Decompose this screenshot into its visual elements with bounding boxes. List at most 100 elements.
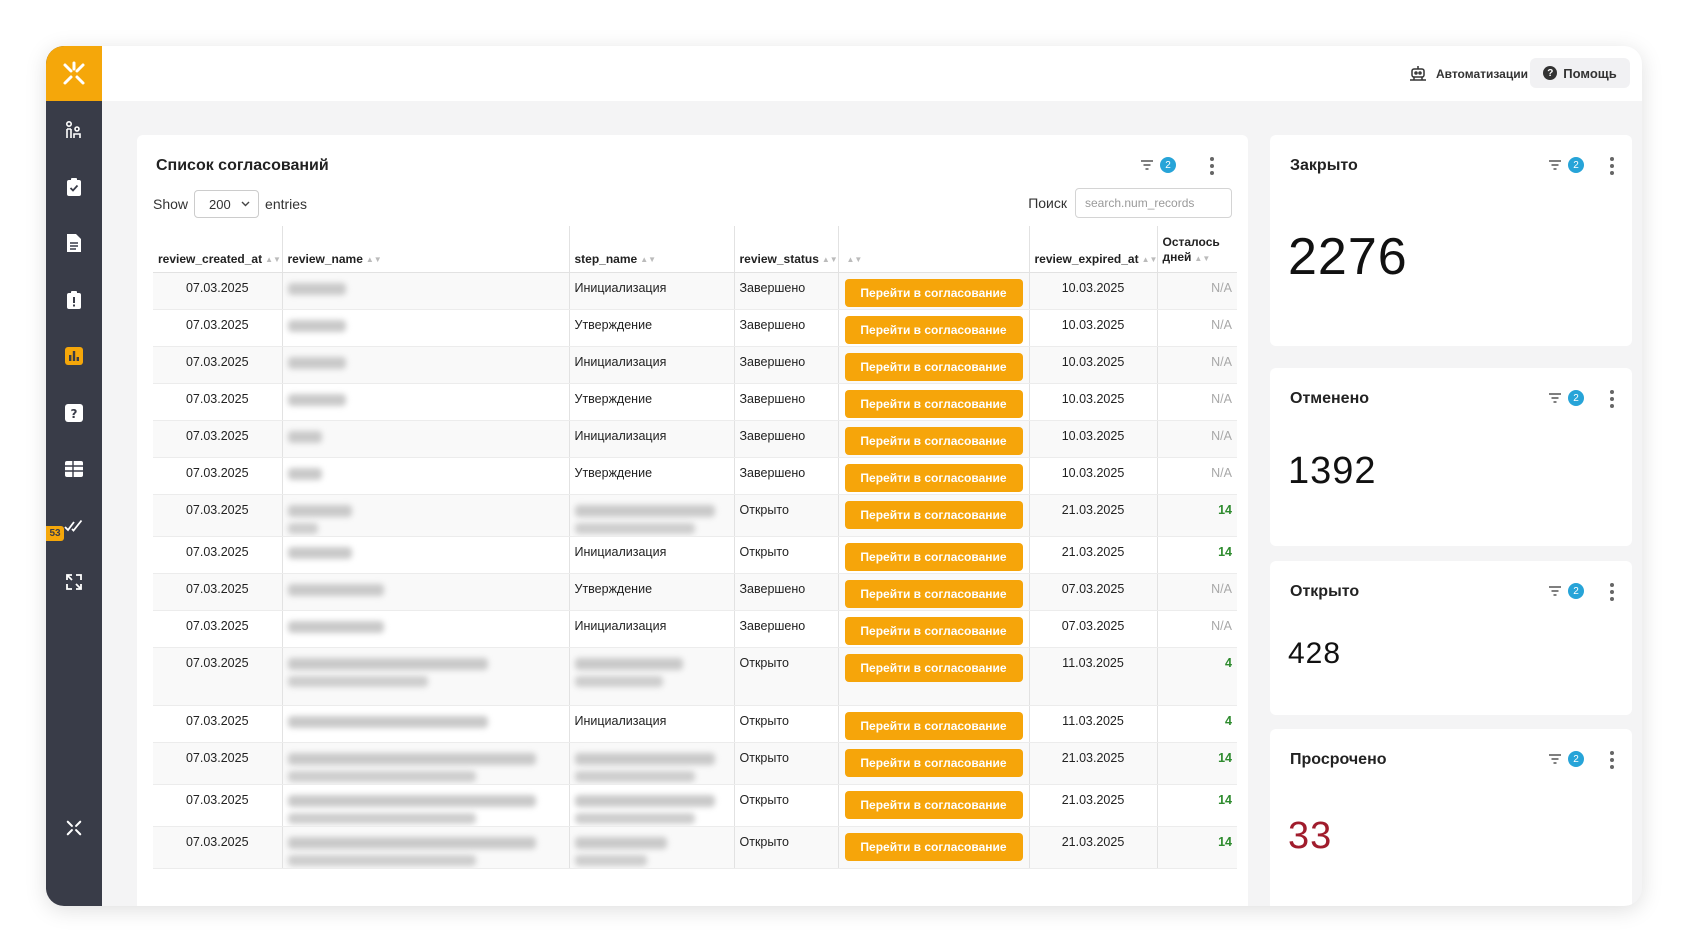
kpi-value: 33 [1288, 815, 1333, 857]
filter-count-badge: 2 [1568, 583, 1584, 599]
kpi-filter[interactable]: 2 [1548, 157, 1584, 173]
go-to-review-button[interactable]: Перейти в согласование [844, 463, 1023, 492]
step-name-cell: Инициализация [569, 346, 735, 384]
go-to-review-button[interactable]: Перейти в согласование [844, 389, 1023, 418]
filter-count-badge: 2 [1160, 157, 1176, 173]
created-date-cell: 07.03.2025 [153, 309, 283, 347]
page-size-select[interactable]: 200 [194, 190, 260, 218]
search-label: Поиск [1028, 195, 1067, 211]
created-date-cell: 07.03.2025 [153, 457, 283, 495]
kpi-menu-icon[interactable] [1609, 157, 1615, 175]
clipboard-check-icon[interactable] [46, 167, 102, 207]
go-to-review-button[interactable]: Перейти в согласование [844, 616, 1023, 645]
kpi-filter[interactable]: 2 [1548, 390, 1584, 406]
help-label: Помощь [1563, 65, 1617, 81]
days-left-cell: N/A [1157, 272, 1237, 310]
step-name-cell: Утверждение [569, 573, 735, 611]
page-size-control: Show 200 entries [153, 189, 307, 219]
filter-icon [1549, 586, 1561, 596]
go-to-review-button[interactable]: Перейти в согласование [844, 426, 1023, 455]
column-header[interactable]: step_name ▲▼ [569, 226, 735, 273]
column-header[interactable]: Осталось дней ▲▼ [1157, 226, 1237, 273]
go-to-review-button[interactable]: Перейти в согласование [844, 790, 1023, 819]
action-cell: Перейти в согласование [838, 610, 1030, 648]
step-name-cell [569, 826, 735, 869]
table-menu-icon[interactable] [1209, 157, 1215, 175]
review-name-cell [282, 420, 570, 458]
created-date-cell: 07.03.2025 [153, 647, 283, 706]
checkmarks-icon[interactable] [46, 506, 102, 546]
created-date-cell: 07.03.2025 [153, 272, 283, 310]
refresh-icon[interactable] [46, 562, 102, 602]
go-to-review-button[interactable]: Перейти в согласование [844, 542, 1023, 571]
go-to-review-button[interactable]: Перейти в согласование [844, 748, 1023, 777]
people-icon[interactable] [46, 110, 102, 150]
bar-chart-icon[interactable] [46, 336, 102, 376]
reviews-table: review_created_at ▲▼ review_name ▲▼ step_n… [153, 226, 1237, 869]
go-to-review-button[interactable]: Перейти в согласование [844, 500, 1023, 529]
review-status-cell: Открыто [734, 826, 839, 869]
top-bar: Автоматизации ? Помощь [102, 46, 1642, 101]
go-to-review-button[interactable]: Перейти в согласование [844, 832, 1023, 861]
step-name-cell [569, 647, 735, 706]
created-date-cell: 07.03.2025 [153, 573, 283, 611]
step-name-cell: Утверждение [569, 383, 735, 421]
table-row: 07.03.2025 Инициализация Открыто Перейти в … [153, 705, 1237, 743]
column-header[interactable]: review_status ▲▼ [734, 226, 839, 273]
action-cell: Перейти в согласование [838, 346, 1030, 384]
go-to-review-button[interactable]: Перейти в согласование [844, 278, 1023, 307]
go-to-review-button[interactable]: Перейти в согласование [844, 711, 1023, 740]
review-name-cell [282, 536, 570, 574]
review-status-cell: Открыто [734, 742, 839, 785]
table-filter[interactable]: 2 [1140, 157, 1176, 173]
page-size-value: 200 [209, 196, 231, 212]
step-name-cell [569, 742, 735, 785]
collapse-logo-icon[interactable] [46, 808, 102, 848]
kpi-card-cancelled: Отменено 2 1392 [1270, 368, 1632, 546]
review-name-cell [282, 383, 570, 421]
days-left-cell: 4 [1157, 647, 1237, 706]
search-input[interactable] [1075, 188, 1232, 218]
days-left-cell: 14 [1157, 826, 1237, 869]
action-cell: Перейти в согласование [838, 784, 1030, 827]
question-icon[interactable]: ? [46, 393, 102, 433]
kpi-filter[interactable]: 2 [1548, 751, 1584, 767]
column-header[interactable]: review_expired_at ▲▼ [1029, 226, 1158, 273]
go-to-review-button[interactable]: Перейти в согласование [844, 315, 1023, 344]
action-cell: Перейти в согласование [838, 272, 1030, 310]
review-status-cell: Открыто [734, 705, 839, 743]
go-to-review-button[interactable]: Перейти в согласование [844, 653, 1023, 682]
column-header[interactable]: review_created_at ▲▼ [153, 226, 283, 273]
document-icon[interactable] [46, 223, 102, 263]
app-logo[interactable] [46, 46, 102, 101]
kpi-title: Отменено [1290, 390, 1370, 407]
review-name-cell [282, 346, 570, 384]
expired-date-cell: 21.03.2025 [1029, 742, 1158, 785]
clipboard-alert-icon[interactable] [46, 280, 102, 320]
go-to-review-button[interactable]: Перейти в согласование [844, 352, 1023, 381]
table-row: 07.03.2025 Утверждение Завершено Перейти в … [153, 457, 1237, 495]
automations-link[interactable]: Автоматизации [1408, 63, 1528, 85]
filter-icon [1549, 160, 1561, 170]
kpi-value: 2276 [1288, 228, 1408, 286]
review-name-cell [282, 647, 570, 706]
kpi-value: 1392 [1288, 450, 1377, 492]
grid-icon[interactable] [46, 449, 102, 489]
review-status-cell: Открыто [734, 784, 839, 827]
column-header[interactable]: review_name ▲▼ [282, 226, 570, 273]
table-row: 07.03.2025 Инициализация Открыто Перейти в … [153, 536, 1237, 574]
kpi-menu-icon[interactable] [1609, 583, 1615, 601]
kpi-menu-icon[interactable] [1609, 390, 1615, 408]
column-header[interactable]: ▲▼ [838, 226, 1030, 273]
go-to-review-button[interactable]: Перейти в согласование [844, 579, 1023, 608]
help-button[interactable]: ? Помощь [1530, 58, 1630, 88]
review-status-cell: Завершено [734, 309, 839, 347]
table-row: 07.03.2025 Утверждение Завершено Перейти в … [153, 309, 1237, 347]
created-date-cell: 07.03.2025 [153, 742, 283, 785]
days-left-cell: N/A [1157, 346, 1237, 384]
created-date-cell: 07.03.2025 [153, 826, 283, 869]
kpi-card-closed: Закрыто 2 2276 [1270, 135, 1632, 346]
step-name-cell: Инициализация [569, 272, 735, 310]
kpi-filter[interactable]: 2 [1548, 583, 1584, 599]
kpi-menu-icon[interactable] [1609, 751, 1615, 769]
